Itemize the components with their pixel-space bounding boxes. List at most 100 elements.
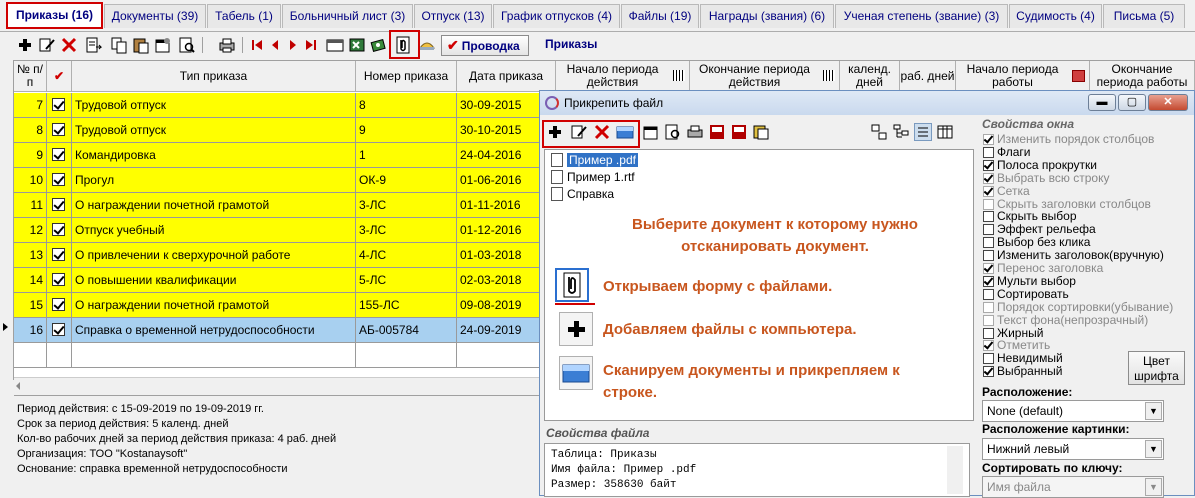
col-header-work-days[interactable]: раб. дней <box>900 61 956 92</box>
chevron-down-icon[interactable]: ▼ <box>1145 440 1162 458</box>
post-button[interactable]: ✔ Проводка <box>441 35 529 56</box>
cell-empty[interactable] <box>356 343 457 368</box>
cell-no[interactable]: 12 <box>14 218 47 243</box>
horizontal-scrollbar[interactable] <box>14 377 539 394</box>
tab-files[interactable]: Файлы (19) <box>621 4 699 28</box>
cell-number[interactable]: 9 <box>356 118 457 143</box>
col-header-work-end[interactable]: Окончание периода работы <box>1090 61 1195 92</box>
checkbox-box[interactable] <box>983 288 994 300</box>
tab-sick-leave[interactable]: Больничный лист (3) <box>282 4 413 28</box>
view-tree-icon[interactable] <box>892 123 910 141</box>
file-item[interactable]: Пример .pdf <box>549 152 638 168</box>
cell-no[interactable]: 11 <box>14 193 47 218</box>
prev-record-icon[interactable] <box>266 36 284 54</box>
cell-type[interactable]: О повышении квалификации <box>72 268 356 293</box>
cell-number[interactable]: 1 <box>356 143 457 168</box>
tab-documents[interactable]: Документы (39) <box>104 4 206 28</box>
cell-number[interactable]: АБ-005784 <box>356 318 457 343</box>
cell-number[interactable]: 4-ЛС <box>356 243 457 268</box>
view-details-icon[interactable] <box>936 123 954 141</box>
checkbox-box[interactable] <box>983 353 994 365</box>
folder-icon[interactable] <box>418 36 436 54</box>
cell-no[interactable]: 9 <box>14 143 47 168</box>
cell-check[interactable] <box>47 243 72 268</box>
tab-orders[interactable]: Приказы (16) <box>6 2 103 29</box>
cell-type[interactable]: Трудовой отпуск <box>72 93 356 118</box>
file-print-icon[interactable] <box>686 123 704 141</box>
cell-empty[interactable] <box>14 343 47 368</box>
file-preview-icon[interactable] <box>664 123 682 141</box>
cell-check[interactable] <box>47 143 72 168</box>
chevron-down-icon[interactable]: ▼ <box>1145 478 1162 496</box>
chevron-down-icon[interactable]: ▼ <box>1145 402 1162 420</box>
row-checkbox[interactable] <box>52 273 65 286</box>
rtf-icon[interactable] <box>730 123 748 141</box>
checkbox-box[interactable] <box>983 327 994 339</box>
export-file-icon[interactable] <box>752 123 770 141</box>
checkbox-box[interactable] <box>983 263 994 274</box>
checkbox-box[interactable] <box>983 134 994 145</box>
cell-no[interactable]: 14 <box>14 268 47 293</box>
cell-check[interactable] <box>47 193 72 218</box>
tab-academic-degree[interactable]: Ученая степень (звание) (3) <box>835 4 1008 28</box>
checkbox-box[interactable] <box>983 198 994 210</box>
minimize-button[interactable]: ▬ <box>1088 94 1116 111</box>
col-header-check[interactable]: ✔ <box>47 61 72 92</box>
image-location-select[interactable]: Нижний левый ▼ <box>982 438 1164 460</box>
col-header-end[interactable]: Окончание периода действия <box>690 61 840 92</box>
tab-vacation-schedule[interactable]: График отпусков (4) <box>493 4 620 28</box>
col-header-number[interactable]: Номер приказа <box>356 61 457 92</box>
checkbox-box[interactable] <box>983 172 994 184</box>
cell-number[interactable]: 8 <box>356 93 457 118</box>
view-large-icon[interactable] <box>870 123 888 141</box>
row-checkbox[interactable] <box>52 248 65 261</box>
file-item[interactable]: Пример 1.rtf <box>549 169 635 185</box>
row-checkbox[interactable] <box>52 323 65 336</box>
option-checkbox[interactable]: Выбранный <box>982 365 1062 378</box>
cell-check[interactable] <box>47 218 72 243</box>
file-props-scrollbar[interactable] <box>947 446 963 494</box>
maximize-button[interactable]: ▢ <box>1118 94 1146 111</box>
cell-no[interactable]: 13 <box>14 243 47 268</box>
checkbox-box[interactable] <box>983 224 994 236</box>
checkbox-box[interactable] <box>983 250 994 262</box>
close-button[interactable]: ✕ <box>1148 94 1188 111</box>
row-checkbox[interactable] <box>52 148 65 161</box>
cell-type[interactable]: Справка о временной нетрудоспособности <box>72 318 356 343</box>
checkbox-box[interactable] <box>983 314 994 326</box>
cell-type[interactable]: Командировка <box>72 143 356 168</box>
cell-number[interactable]: ОК-9 <box>356 168 457 193</box>
checkbox-box[interactable] <box>983 340 994 352</box>
sort-key-select[interactable]: Имя файла ▼ <box>982 476 1164 498</box>
cell-no[interactable]: 8 <box>14 118 47 143</box>
cell-number[interactable]: 5-ЛС <box>356 268 457 293</box>
checkbox-box[interactable] <box>983 159 994 171</box>
cell-type[interactable]: О награждении почетной грамотой <box>72 193 356 218</box>
first-record-icon[interactable] <box>248 36 266 54</box>
cell-number[interactable]: 3-ЛС <box>356 218 457 243</box>
cell-type[interactable]: Трудовой отпуск <box>72 118 356 143</box>
cell-check[interactable] <box>47 318 72 343</box>
file-item[interactable]: Справка <box>549 186 614 202</box>
cell-number[interactable]: 155-ЛС <box>356 293 457 318</box>
dialog-titlebar[interactable]: Прикрепить файл ▬ ▢ ✕ <box>540 91 1194 115</box>
row-checkbox[interactable] <box>52 173 65 186</box>
export-icon[interactable] <box>84 36 102 54</box>
properties-icon[interactable] <box>154 36 172 54</box>
cell-check[interactable] <box>47 93 72 118</box>
paste-icon[interactable] <box>132 36 150 54</box>
row-checkbox[interactable] <box>52 98 65 111</box>
next-record-icon[interactable] <box>284 36 302 54</box>
tab-awards[interactable]: Награды (звания) (6) <box>700 4 834 28</box>
delete-icon[interactable] <box>60 36 78 54</box>
scroll-left-icon[interactable] <box>16 382 20 390</box>
cell-type[interactable]: Отпуск учебный <box>72 218 356 243</box>
edit-icon[interactable] <box>38 36 56 54</box>
add-icon[interactable] <box>16 36 34 54</box>
row-checkbox[interactable] <box>52 223 65 236</box>
excel-icon[interactable] <box>348 36 366 54</box>
cell-check[interactable] <box>47 268 72 293</box>
cell-type[interactable]: Прогул <box>72 168 356 193</box>
pdf-icon[interactable] <box>708 123 726 141</box>
checkbox-box[interactable] <box>983 146 994 158</box>
